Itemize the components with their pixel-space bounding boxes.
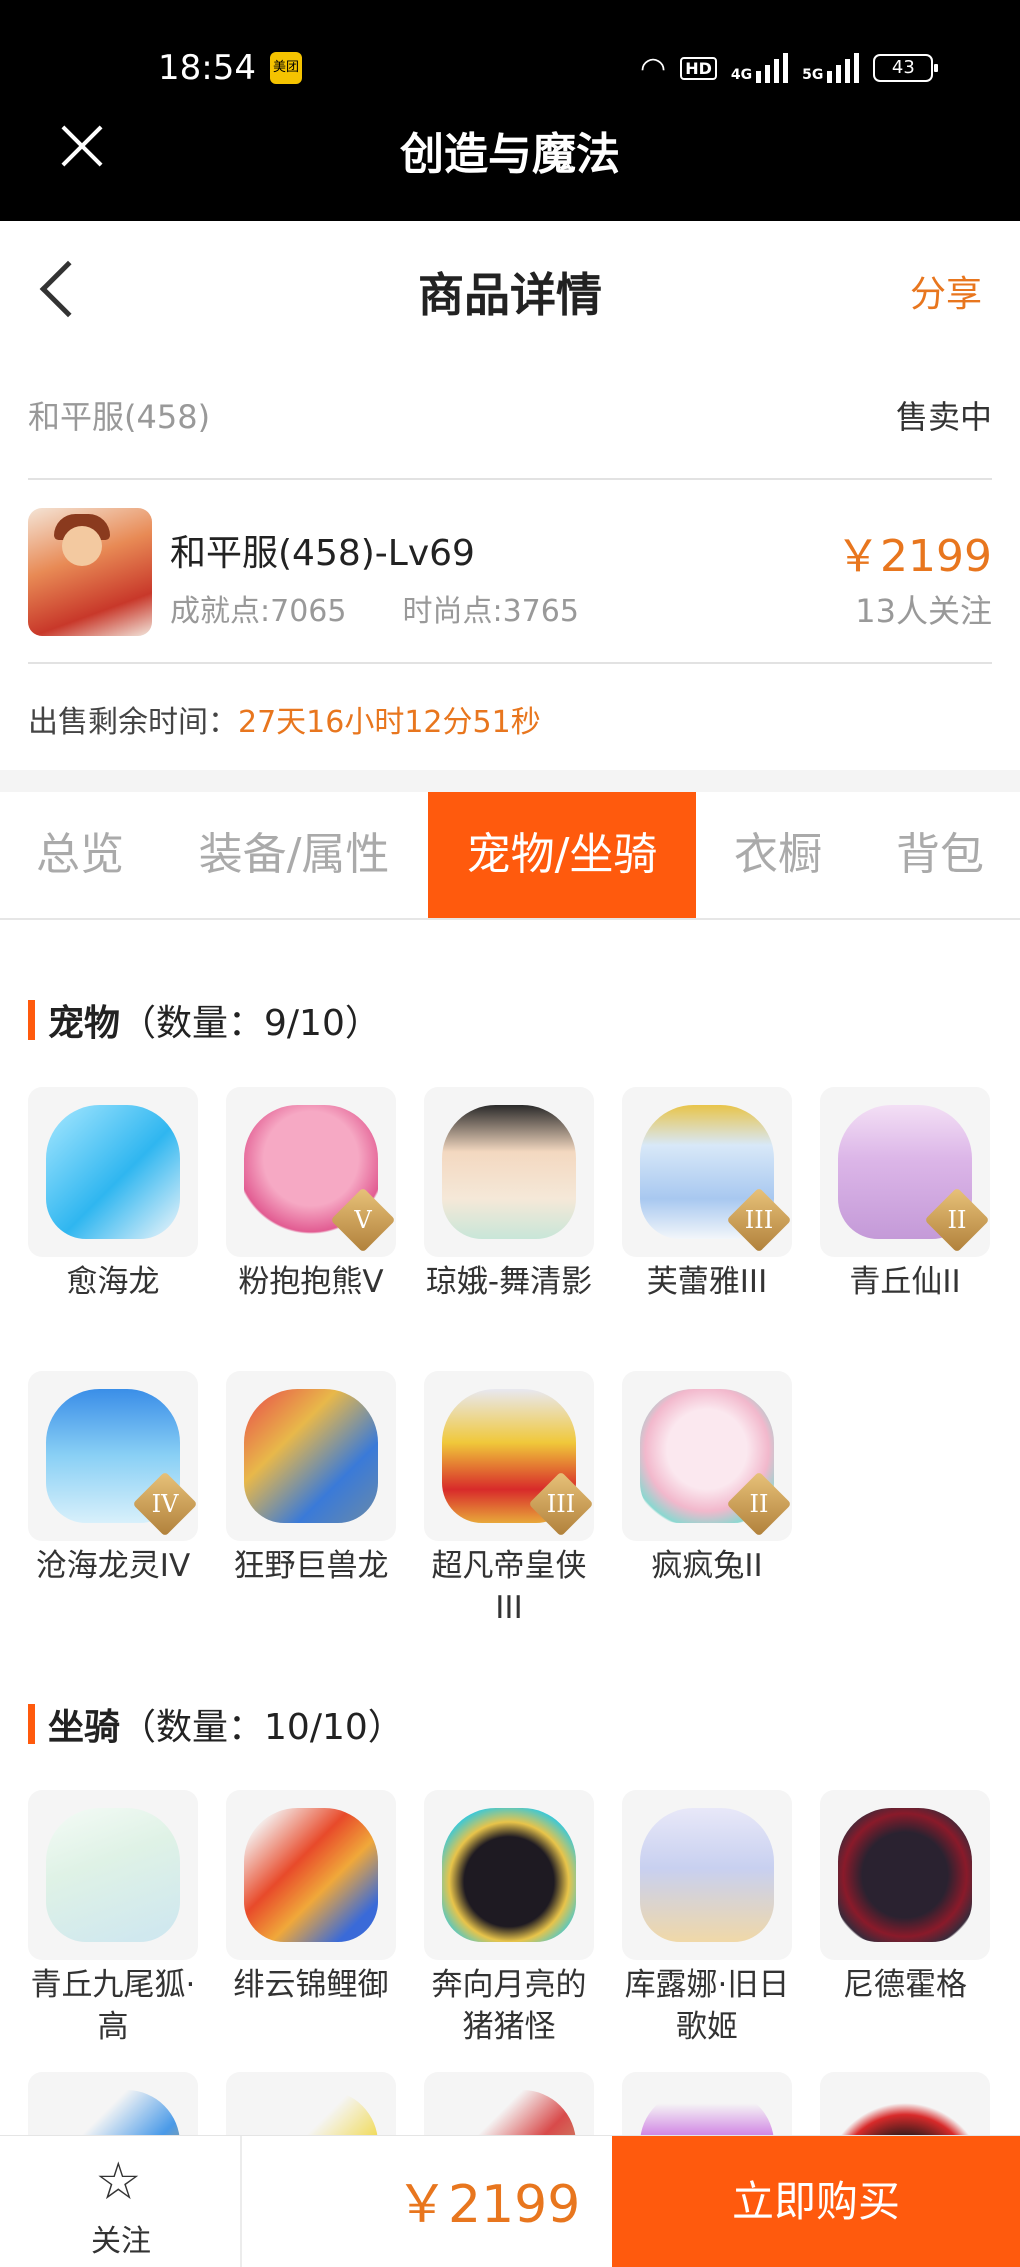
item-artwork [442, 1808, 576, 1942]
item-image: III [622, 1087, 792, 1257]
pet-item[interactable]: 狂野巨兽龙 [226, 1371, 396, 1587]
item-artwork [46, 1105, 180, 1239]
item-image: IV [28, 1371, 198, 1541]
item-image [28, 1790, 198, 1960]
pets-section-title: 宠物（数量：9/10） [28, 994, 381, 1046]
product-stats: 成就点:7065 时尚点:3765 [170, 586, 579, 630]
product-name: 和平服(458)-Lv69 [170, 533, 475, 574]
item-image [28, 1087, 198, 1257]
tab-wardrobe[interactable]: 衣橱 [696, 792, 860, 918]
mount-item[interactable]: 青丘九尾狐·高 [28, 1790, 198, 2048]
server-name: 和平服(458) [28, 398, 211, 436]
follow-button[interactable]: ☆ 关注 [0, 2136, 242, 2267]
status-and-app-bar: 18:54 美团 ◠ HD 4G 5G 43 创造与魔法 [0, 0, 1020, 221]
pet-item[interactable]: IV 沧海龙灵IV [28, 1371, 198, 1587]
divider [28, 478, 992, 480]
item-image [622, 1790, 792, 1960]
item-image [820, 1790, 990, 1960]
mounts-section-title: 坐骑（数量：10/10） [28, 1698, 404, 1750]
pet-item[interactable]: 琼娥-舞清影 [424, 1087, 594, 1303]
tier-badge-icon: III [528, 1471, 594, 1537]
server-row: 和平服(458) 售卖中 [28, 380, 992, 450]
mount-item[interactable]: 库露娜·旧日歌姬 [622, 1790, 792, 2048]
tier-badge-icon: IV [132, 1471, 198, 1537]
item-artwork [838, 1808, 972, 1942]
pet-item[interactable]: V 粉抱抱熊Ⅴ [226, 1087, 396, 1303]
item-artwork [442, 1105, 576, 1239]
pet-item[interactable]: 愈海龙 [28, 1087, 198, 1303]
character-avatar [28, 508, 152, 636]
footer-price: ￥2199 [396, 2175, 581, 2235]
sale-status: 售卖中 [895, 398, 992, 436]
pets-count: （数量：9/10） [120, 1003, 381, 1044]
battery-icon: 43 [873, 54, 939, 82]
tab-overview[interactable]: 总览 [0, 792, 160, 918]
item-image: V [226, 1087, 396, 1257]
item-artwork [46, 1808, 180, 1942]
page-title: 商品详情 [418, 268, 602, 322]
star-icon: ☆ [95, 2152, 142, 2212]
mounts-title: 坐骑 [48, 1707, 121, 1748]
tab-equipment[interactable]: 装备/属性 [160, 792, 428, 918]
tier-badge-icon: II [924, 1187, 990, 1253]
buy-now-button[interactable]: 立即购买 [612, 2136, 1020, 2267]
pets-title: 宠物 [48, 1003, 121, 1044]
tier-badge-icon: II [726, 1471, 792, 1537]
status-time: 18:54 [158, 48, 256, 88]
tab-bar: 总览 装备/属性 宠物/坐骑 衣橱 背包 [0, 792, 1020, 920]
item-image [424, 1087, 594, 1257]
fashion-points: 时尚点:3765 [402, 594, 579, 629]
pet-item[interactable]: II 青丘仙II [820, 1087, 990, 1303]
signal-4g-icon: 4G [731, 53, 789, 83]
item-image [226, 1371, 396, 1541]
mount-item[interactable]: 尼德霍格 [820, 1790, 990, 2006]
item-image [226, 1790, 396, 1960]
product-card: 和平服(458)-Lv69 成就点:7065 时尚点:3765 ￥2199 13人… [28, 508, 992, 638]
wifi-icon: ◠ [640, 50, 667, 86]
remaining-time: 出售剩余时间：27天16小时12分51秒 [28, 697, 541, 741]
tier-badge-icon: V [330, 1187, 396, 1253]
share-button[interactable]: 分享 [910, 265, 982, 317]
app-title: 创造与魔法 [400, 129, 620, 180]
item-artwork [640, 1808, 774, 1942]
pet-item[interactable]: III 芙蕾雅III [622, 1087, 792, 1303]
tab-pets-mounts[interactable]: 宠物/坐骑 [428, 792, 696, 918]
achievement-points: 成就点:7065 [170, 594, 347, 629]
tier-badge-icon: III [726, 1187, 792, 1253]
signal-5g-icon: 5G [802, 53, 860, 83]
item-artwork [244, 1389, 378, 1523]
mount-item[interactable]: 绯云锦鲤御 [226, 1790, 396, 2006]
divider [28, 662, 992, 664]
item-artwork [244, 1808, 378, 1942]
tab-backpack[interactable]: 背包 [860, 792, 1020, 918]
remaining-time-value: 27天16小时12分51秒 [238, 705, 541, 740]
pet-item[interactable]: II 疯疯兔II [622, 1371, 792, 1587]
remaining-time-label: 出售剩余时间： [28, 705, 238, 740]
follower-count: 13人关注 [855, 592, 992, 630]
item-image: III [424, 1371, 594, 1541]
item-image: II [820, 1087, 990, 1257]
item-image [424, 1790, 594, 1960]
pet-item[interactable]: III 超凡帝皇侠III [424, 1371, 594, 1629]
follow-label: 关注 [91, 2224, 151, 2259]
product-price: ￥2199 [836, 531, 992, 582]
hd-icon: HD [680, 56, 717, 80]
section-gap [0, 770, 1020, 792]
page-header: 商品详情 分享 [0, 221, 1020, 353]
bottom-bar: ☆ 关注 ￥2199 立即购买 [0, 2135, 1020, 2267]
meituan-app-icon: 美团 [270, 52, 302, 84]
status-icons: ◠ HD 4G 5G 43 [640, 50, 939, 86]
mounts-count: （数量：10/10） [120, 1707, 404, 1748]
item-image: II [622, 1371, 792, 1541]
mount-item[interactable]: 奔向月亮的猪猪怪 [424, 1790, 594, 2048]
